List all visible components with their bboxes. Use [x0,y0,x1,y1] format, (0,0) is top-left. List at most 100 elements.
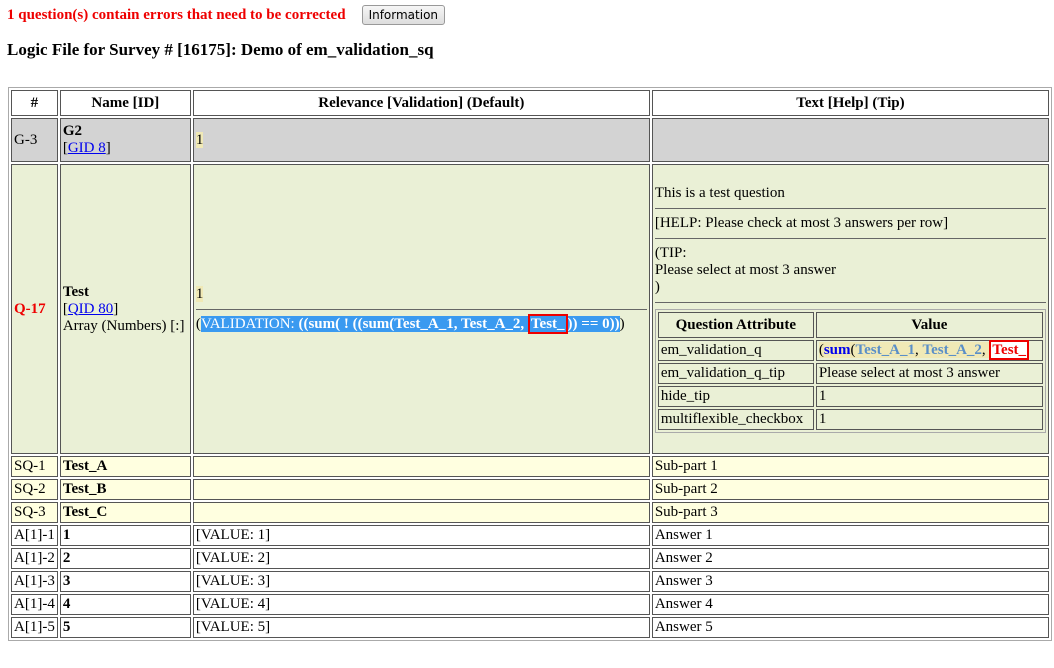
logic-table: # Name [ID] Relevance [Validation] (Defa… [8,87,1052,641]
validation-error-var: Test_ [527,313,568,334]
question-type: Array (Numbers) [:] [62,317,185,334]
group-relevance-cell: 1 [192,118,650,162]
group-num: G-3 [11,118,58,162]
question-relevance-cell: 1 (VALIDATION: ((sum( ! ((sum(Test_A_1, … [192,164,650,454]
divider [195,308,647,310]
validation-code-tail: )) == 0)) [567,315,620,332]
group-relevance: 1 [195,131,204,148]
validation-label: VALIDATION: [200,315,299,332]
row-value: [VALUE: 5] [192,617,650,638]
page-title: Logic File for Survey # [16175]: Demo of… [7,40,434,59]
attr-col-value: Value [815,312,1043,338]
tip-close: ) [654,279,660,295]
question-name: Test [62,283,89,300]
row-text: Sub-part 1 [651,456,1049,477]
information-button[interactable]: Information [361,5,446,25]
row-num: SQ-3 [11,502,58,523]
attribute-row: hide_tip 1 [657,386,1043,407]
question-text: This is a test question [654,185,785,201]
row-num: A[1]-2 [11,548,58,569]
answer-row: A[1]-4 4 [VALUE: 4] Answer 4 [11,594,1049,615]
attr-col-name: Question Attribute [657,312,814,338]
row-name: Test_A [62,458,108,474]
row-text: Sub-part 2 [651,479,1049,500]
answer-row: A[1]-5 5 [VALUE: 5] Answer 5 [11,617,1049,638]
group-name: G2 [62,123,82,139]
paren: ) [619,315,625,332]
row-num: SQ-1 [11,456,58,477]
row-name: Test_B [62,481,107,497]
question-text-cell: This is a test question [HELP: Please ch… [651,164,1049,454]
question-row: Q-17 Test [QID 80] Array (Numbers) [:] 1 (… [11,164,1049,454]
question-num-cell: Q-17 [11,164,58,454]
row-num: A[1]-3 [11,571,58,592]
error-bar: 1 question(s) contain errors that need t… [7,5,446,25]
row-num: A[1]-5 [11,617,58,638]
attr-value: 1 [815,409,1043,430]
divider [654,302,1046,303]
row-name: 3 [62,573,71,589]
col-num: # [11,90,58,116]
attribute-table: Question Attribute Value em_validation_q … [654,309,1046,433]
divider [654,208,1046,209]
gid-link[interactable]: GID 8 [68,140,106,156]
row-text: Answer 4 [651,594,1049,615]
divider [654,238,1046,239]
subquestion-row: SQ-3 Test_C Sub-part 3 [11,502,1049,523]
answer-row: A[1]-1 1 [VALUE: 1] Answer 1 [11,525,1049,546]
error-variable: Test_ [989,340,1030,360]
row-text: Sub-part 3 [651,502,1049,523]
question-help: [HELP: Please check at most 3 answers pe… [654,215,949,231]
group-text-cell [651,118,1049,162]
col-name: Name [ID] [59,90,191,116]
row-name: 4 [62,596,71,612]
attr-name: em_validation_q_tip [657,363,814,384]
bracket: ] [105,140,111,156]
group-name-cell: G2 [GID 8] [59,118,191,162]
attribute-row: multiflexible_checkbox 1 [657,409,1043,430]
row-relevance [192,502,650,523]
row-text: Answer 1 [651,525,1049,546]
variable: Test_A_2 [922,342,982,358]
row-value: [VALUE: 4] [192,594,650,615]
subquestion-row: SQ-2 Test_B Sub-part 2 [11,479,1049,500]
attr-value: Please select at most 3 answer [815,363,1043,384]
group-row: G-3 G2 [GID 8] 1 [11,118,1049,162]
answer-row: A[1]-2 2 [VALUE: 2] Answer 2 [11,548,1049,569]
variable: Test_A_1 [855,342,915,358]
col-text: Text [Help] (Tip) [651,90,1049,116]
question-tip: Please select at most 3 answer [654,262,837,278]
row-value: [VALUE: 3] [192,571,650,592]
row-text: Answer 3 [651,571,1049,592]
row-text: Answer 2 [651,548,1049,569]
bracket: ] [113,300,119,317]
subquestion-row: SQ-1 Test_A Sub-part 1 [11,456,1049,477]
error-message: 1 question(s) contain errors that need t… [7,6,346,23]
question-name-cell: Test [QID 80] Array (Numbers) [:] [59,164,191,454]
row-value: [VALUE: 1] [192,525,650,546]
validation-code: ((sum( ! ((sum(Test_A_1, Test_A_2, [298,315,528,332]
row-name: 1 [62,527,71,543]
row-name: 5 [62,619,71,635]
tip-open: (TIP: [654,245,687,261]
attr-value: (sum(Test_A_1, Test_A_2, Test_ [815,340,1043,361]
validation-expression[interactable]: VALIDATION: ((sum( ! ((sum(Test_A_1, Tes… [200,313,620,334]
row-name: Test_C [62,504,108,520]
header-row: # Name [ID] Relevance [Validation] (Defa… [11,90,1049,116]
row-name: 2 [62,550,71,566]
answer-row: A[1]-3 3 [VALUE: 3] Answer 3 [11,571,1049,592]
row-num: SQ-2 [11,479,58,500]
function-name: sum [823,342,851,358]
attr-name: hide_tip [657,386,814,407]
qid-link[interactable]: QID 80 [68,301,113,317]
col-relevance: Relevance [Validation] (Default) [192,90,650,116]
row-value: [VALUE: 2] [192,548,650,569]
row-relevance [192,479,650,500]
row-text: Answer 5 [651,617,1049,638]
row-num: A[1]-1 [11,525,58,546]
question-num: Q-17 [14,300,46,317]
attr-value: 1 [815,386,1043,407]
row-num: A[1]-4 [11,594,58,615]
attr-name: multiflexible_checkbox [657,409,814,430]
attr-name: em_validation_q [657,340,814,361]
